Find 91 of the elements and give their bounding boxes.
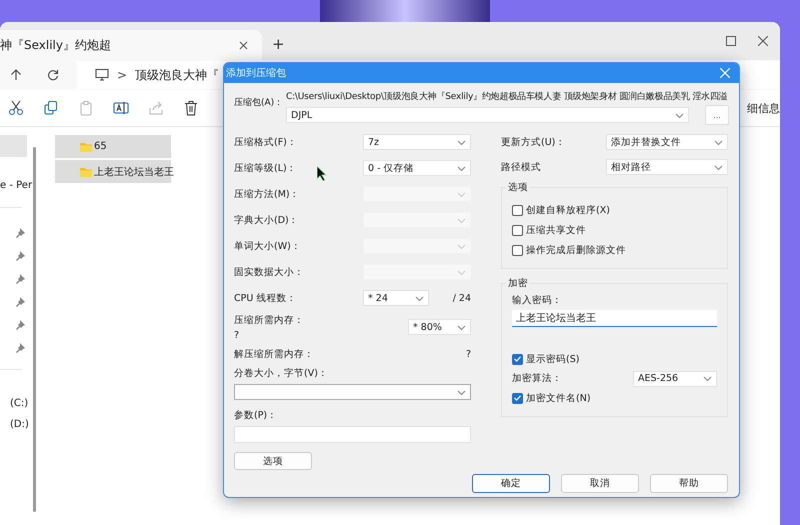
up-arrow-icon — [10, 69, 22, 81]
refresh-icon — [47, 69, 59, 81]
dropdown[interactable]: 相对路径 — [606, 159, 728, 175]
volume-size-combobox[interactable] — [234, 384, 471, 400]
field-label: 解压缩所需内存： — [234, 348, 314, 360]
dropdown[interactable]: 添加并替换文件 — [606, 134, 728, 150]
dialog-button[interactable]: 确定 — [472, 474, 550, 493]
password-field[interactable]: 上老王论坛当老王 — [512, 310, 717, 327]
maximize-icon — [726, 36, 736, 46]
rename-icon — [113, 100, 129, 116]
scissors-icon — [8, 100, 24, 116]
share-icon — [148, 100, 164, 116]
cursor-icon — [317, 166, 327, 181]
dialog-title: 添加到压缩包 — [226, 66, 286, 80]
nav-item[interactable]: e - Per — [0, 180, 32, 194]
browse-button[interactable]: ... — [705, 105, 729, 125]
thread-max: / 24 — [452, 292, 471, 304]
breadcrumb-separator: > — [117, 68, 128, 82]
tab-title: 神『Sexlily』约炮超 — [0, 36, 111, 54]
chevron-icon — [415, 294, 424, 302]
memory-value: ? — [466, 348, 471, 360]
field-label: 压缩方法(M)： — [234, 188, 300, 200]
checkbox[interactable] — [512, 354, 523, 364]
field-label: 单词大小(W)： — [234, 240, 301, 252]
folder-icon — [80, 166, 92, 176]
parameters-field[interactable] — [234, 426, 471, 443]
folder-name: 65 — [94, 141, 107, 152]
drive-item[interactable]: (D:) — [10, 419, 29, 430]
checkbox-label: 创建自释放程序(X) — [526, 204, 610, 216]
field-label: 压缩格式(F)： — [234, 136, 297, 148]
chevron-icon — [457, 324, 466, 330]
chevron-icon — [703, 375, 712, 382]
archive-name-combobox[interactable]: DJPL — [286, 107, 689, 123]
folder-name: 上老王论坛当老王 — [94, 166, 174, 178]
details-button[interactable]: 细信息 — [747, 100, 780, 116]
field-label: 压缩等级(L)： — [234, 162, 297, 174]
close-icon — [239, 40, 248, 50]
field-label: 路径模式 — [501, 160, 541, 174]
field-label: 输入密码： — [512, 294, 563, 307]
field-label: 字典大小(D)： — [234, 214, 299, 226]
memory-value: ? — [234, 330, 240, 340]
checkbox-label: 显示密码(S) — [526, 352, 580, 366]
dialog-button[interactable]: 取消 — [561, 474, 639, 493]
chevron-icon — [457, 190, 466, 198]
folder-item[interactable]: 65 — [55, 135, 171, 158]
dropdown[interactable]: AES-256 — [633, 370, 717, 386]
options-button[interactable]: 选项 — [234, 452, 312, 470]
checkbox-label: 压缩共享文件 — [526, 224, 586, 236]
new-tab-button[interactable]: + — [272, 35, 285, 53]
field-label: 固实数据大小： — [234, 266, 304, 278]
field-label: 压缩包(A)： — [234, 96, 284, 109]
field-label: 分卷大小，字节(V)： — [234, 367, 329, 380]
checkbox[interactable] — [512, 392, 523, 404]
checkbox[interactable] — [512, 224, 523, 236]
chevron-icon — [457, 164, 466, 172]
group-title: 加密 — [506, 277, 530, 290]
field-label: 加密算法： — [512, 372, 562, 385]
copy-icon — [43, 100, 59, 116]
close-icon — [758, 36, 768, 46]
field-label: 压缩所需内存： — [234, 314, 304, 326]
close-icon — [720, 68, 730, 78]
dropdown[interactable]: * 24 — [363, 290, 429, 306]
chevron-icon — [457, 138, 466, 146]
chevron-icon — [457, 216, 466, 224]
clipboard-icon — [78, 100, 94, 116]
nav-item-highlight — [0, 135, 27, 157]
checkbox-label: 加密文件名(N) — [526, 392, 591, 404]
archive-path: C:\Users\liuxi\Desktop\顶级泡良大神『Sexlily』约炮超极品车模人妻 顶级炮架身材 圆润白嫩极品美乳 淫水四溢 — [286, 90, 729, 103]
address-crumb[interactable]: 顶级泡良大神『 — [135, 66, 220, 84]
folder-icon — [80, 142, 92, 152]
field-label: 更新方式(U)： — [501, 136, 566, 148]
chevron-icon — [457, 242, 466, 250]
dropdown[interactable]: 0 - 仅存储 — [363, 160, 471, 176]
checkbox-label: 操作完成后删除源文件 — [526, 244, 626, 256]
drive-item[interactable]: (C:) — [10, 398, 28, 409]
trash-icon — [183, 100, 199, 116]
monitor-icon — [95, 69, 109, 81]
field-label: CPU 线程数： — [234, 292, 298, 304]
chevron-icon — [675, 112, 684, 118]
dropdown[interactable]: 7z — [363, 134, 471, 150]
dropdown[interactable]: * 80% — [408, 319, 471, 335]
checkbox[interactable] — [512, 244, 523, 256]
checkbox[interactable] — [512, 204, 523, 216]
chevron-icon — [714, 138, 723, 146]
chevron-icon — [457, 388, 466, 396]
group-title: 选项 — [506, 181, 530, 194]
chevron-icon — [714, 164, 723, 170]
field-label: 参数(P)： — [234, 409, 278, 422]
chevron-icon — [457, 268, 466, 276]
browser-tab[interactable]: 神『Sexlily』约炮超 — [0, 30, 262, 60]
dialog-button[interactable]: 帮助 — [650, 474, 728, 493]
